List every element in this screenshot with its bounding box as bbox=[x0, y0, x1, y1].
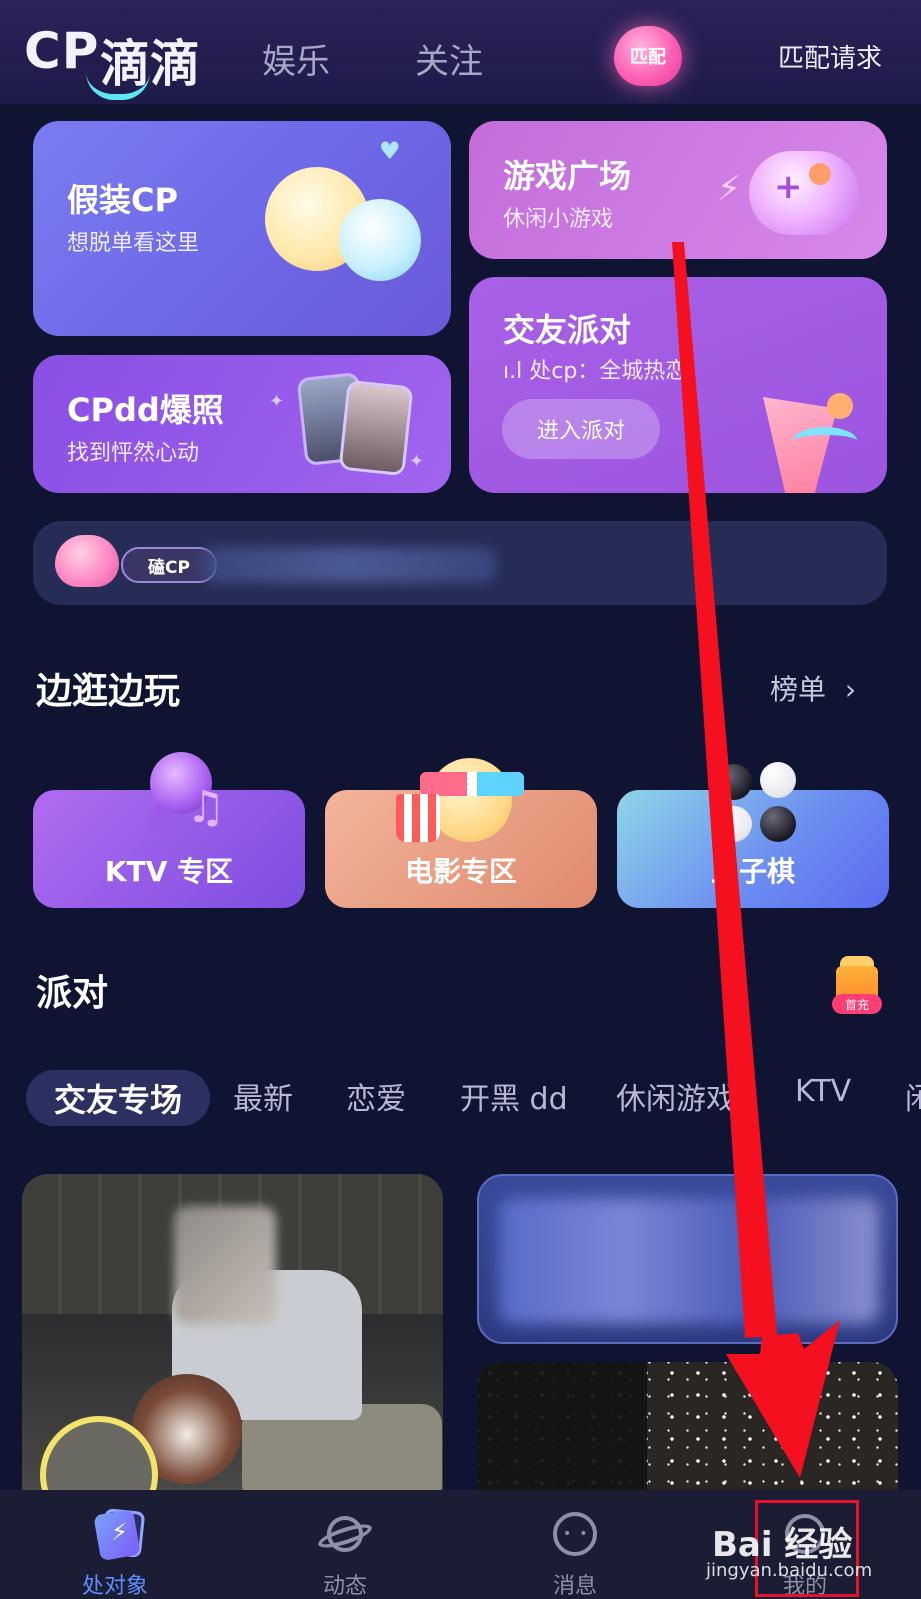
red-arrow-icon bbox=[672, 242, 840, 1478]
watermark-url: jingyan.baidu.com bbox=[706, 1560, 873, 1581]
annotation-arrow bbox=[672, 242, 840, 1478]
watermark-brand: Bai 经验 bbox=[712, 1525, 853, 1565]
